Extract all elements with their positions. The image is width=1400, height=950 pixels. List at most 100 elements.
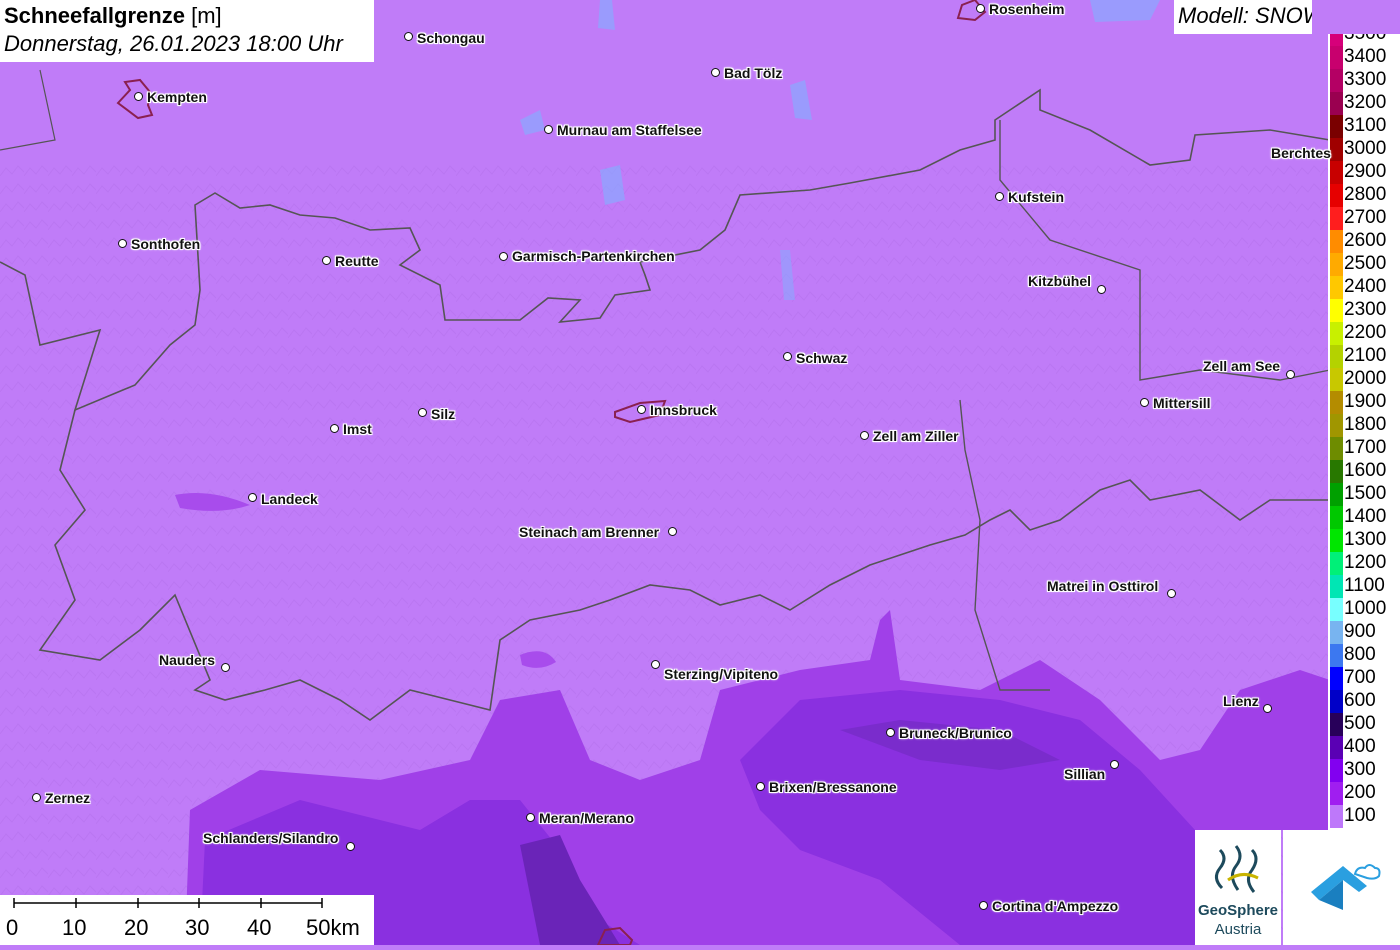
city-label: Bruneck/Brunico <box>899 725 1012 741</box>
legend-swatch <box>1330 391 1343 414</box>
city-label: Meran/Merano <box>539 810 634 826</box>
legend-row: 300 <box>1328 759 1400 782</box>
lake <box>1090 0 1160 22</box>
city-label: Brixen/Bressanone <box>769 779 897 795</box>
legend-row: 200 <box>1328 782 1400 805</box>
legend-label: 1700 <box>1344 437 1387 458</box>
legend-label: 2500 <box>1344 253 1387 274</box>
legend-swatch <box>1330 34 1343 46</box>
city-dot-icon <box>979 901 988 910</box>
city-dot-icon <box>756 782 765 791</box>
city-dot-icon <box>499 252 508 261</box>
city-dot-icon <box>783 352 792 361</box>
city-dot-icon <box>544 125 553 134</box>
legend-row: 2600 <box>1328 230 1400 253</box>
city-dot-icon <box>404 32 413 41</box>
legend-swatch <box>1330 368 1343 391</box>
legend-swatch <box>1330 207 1343 230</box>
city-label: Mittersill <box>1153 395 1211 411</box>
legend-label: 500 <box>1344 713 1376 734</box>
geosphere-emblem-icon <box>1215 845 1259 893</box>
legend-swatch <box>1330 690 1343 713</box>
city-label: Zernez <box>45 790 91 806</box>
city-label: Reutte <box>335 253 379 269</box>
city-label: Murnau am Staffelsee <box>557 122 702 138</box>
legend-row: 1400 <box>1328 506 1400 529</box>
legend-row: 1800 <box>1328 414 1400 437</box>
legend-swatch <box>1330 437 1343 460</box>
city-dot-icon <box>637 405 646 414</box>
legend-swatch <box>1330 253 1343 276</box>
legend-row: 2300 <box>1328 299 1400 322</box>
legend-swatch <box>1330 805 1343 828</box>
legend-label: 2900 <box>1344 161 1387 182</box>
legend-row: 1300 <box>1328 529 1400 552</box>
legend-swatch <box>1330 115 1343 138</box>
city-label: Sterzing/Vipiteno <box>664 666 779 682</box>
legend-label: 1300 <box>1344 529 1387 550</box>
city-dot-icon <box>651 660 660 669</box>
legend-swatch <box>1330 460 1343 483</box>
color-legend: 3500 340033003200310030002900280027002600… <box>1328 34 1400 830</box>
city-label: Sillian <box>1064 766 1106 782</box>
legend-swatch <box>1330 414 1343 437</box>
city-label: Nauders <box>159 652 216 668</box>
city-label: Schlanders/Silandro <box>203 830 339 846</box>
house-cloud-icon <box>1311 864 1381 910</box>
legend-row: 2700 <box>1328 207 1400 230</box>
city-dot-icon <box>32 793 41 802</box>
legend-row: 3100 <box>1328 115 1400 138</box>
legend-swatch <box>1330 736 1343 759</box>
legend-row: 1100 <box>1328 575 1400 598</box>
legend-swatch <box>1330 138 1343 161</box>
legend-label: 900 <box>1344 621 1376 642</box>
scale-label: 0 <box>6 915 19 940</box>
snowfall-map[interactable] <box>0 0 1400 945</box>
legend-row: 2500 <box>1328 253 1400 276</box>
geosphere-logo[interactable]: GeoSphere Austria <box>1195 830 1281 945</box>
legend-label: 2400 <box>1344 276 1387 297</box>
city-label: Innsbruck <box>650 402 717 418</box>
city-label: Matrei in Osttirol <box>1047 578 1159 594</box>
city-label: Rosenheim <box>989 1 1065 17</box>
legend-label: 2200 <box>1344 322 1387 343</box>
legend-row: 2100 <box>1328 345 1400 368</box>
city-dot-icon <box>668 527 677 536</box>
title-main: Schneefallgrenze <box>4 3 185 28</box>
legend-row: 2000 <box>1328 368 1400 391</box>
legend-row: 500 <box>1328 713 1400 736</box>
city-label: Zell am Ziller <box>873 428 959 444</box>
city-label: Zell am See <box>1203 358 1281 374</box>
map-title-box: Schneefallgrenze [m] Donnerstag, 26.01.2… <box>0 0 374 62</box>
snowgrid-logo[interactable] <box>1283 830 1400 945</box>
legend-swatch <box>1330 598 1343 621</box>
scale-label: 50km <box>306 915 360 940</box>
city-label: Imst <box>343 421 372 437</box>
city-label: Bad Tölz <box>724 65 783 81</box>
city-label: Silz <box>431 406 456 422</box>
city-label: Kempten <box>147 89 207 105</box>
legend-row: 2900 <box>1328 161 1400 184</box>
legend-swatch <box>1330 621 1343 644</box>
city-label: Sonthofen <box>131 236 201 252</box>
scale-label: 30 <box>185 915 210 940</box>
map-title: Schneefallgrenze [m] <box>4 2 370 30</box>
city-dot-icon <box>118 239 127 248</box>
legend-swatch <box>1330 322 1343 345</box>
city-label: Steinach am Brenner <box>519 524 660 540</box>
legend-label: 3500 <box>1344 34 1386 43</box>
legend-label: 3300 <box>1344 69 1387 90</box>
legend-swatch <box>1330 644 1343 667</box>
legend-label: 1200 <box>1344 552 1387 573</box>
city-dot-icon <box>976 4 985 13</box>
legend-label: 1100 <box>1344 575 1385 596</box>
title-unit: [m] <box>191 3 222 28</box>
legend-label: 600 <box>1344 690 1376 711</box>
legend-swatch <box>1330 782 1343 805</box>
city-dot-icon <box>248 493 257 502</box>
legend-row: 2200 <box>1328 322 1400 345</box>
legend-label: 1500 <box>1344 483 1387 504</box>
legend-label: 3200 <box>1344 92 1387 113</box>
city-dot-icon <box>886 728 895 737</box>
legend-swatch <box>1330 529 1343 552</box>
